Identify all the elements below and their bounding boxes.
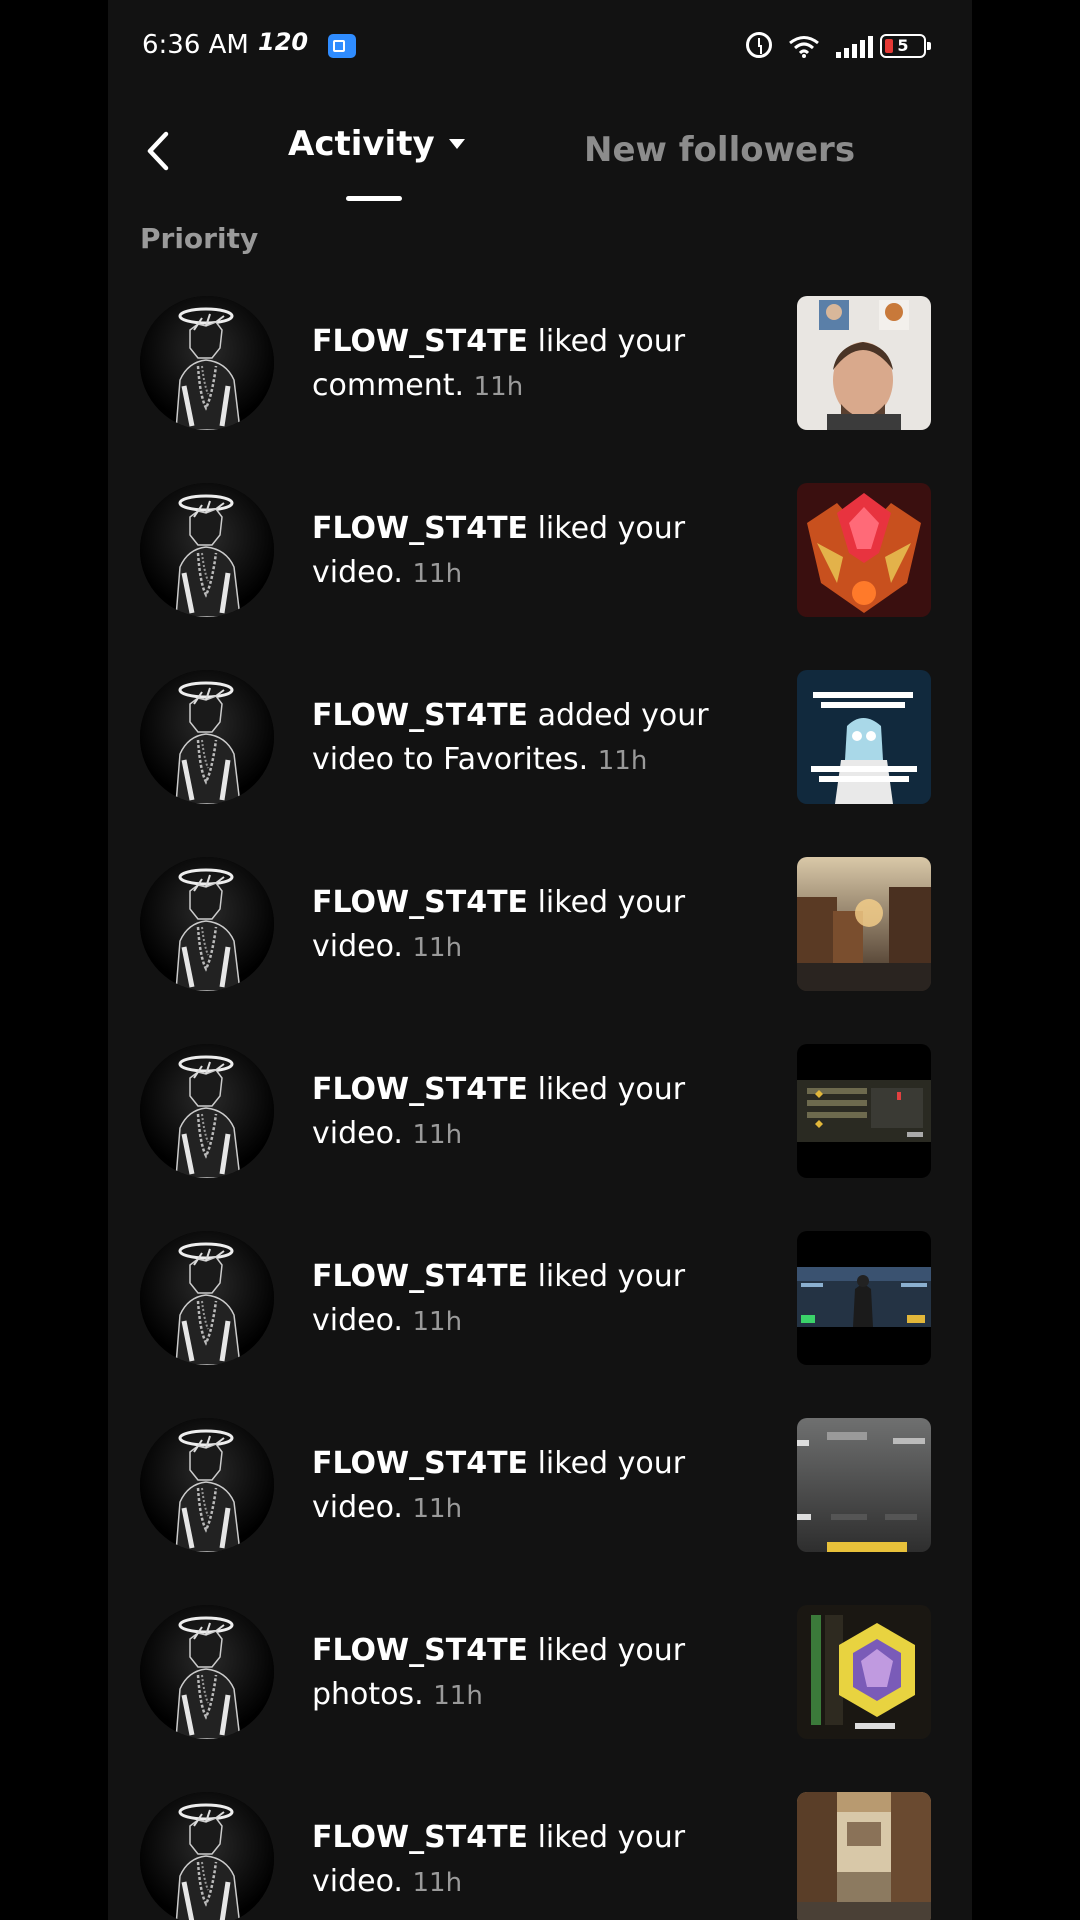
notification-time: 11h [412,1868,463,1898]
notification-time: 11h [412,559,463,589]
notification-row[interactable]: FLOW_ST4TE liked your comment. 11h [108,290,972,477]
notification-row[interactable]: FLOW_ST4TE added your video to Favorites… [108,664,972,851]
user-avatar[interactable] [140,296,274,430]
notification-text: FLOW_ST4TE liked your video. 11h [312,1255,752,1344]
notification-username[interactable]: FLOW_ST4TE [312,1072,528,1107]
user-avatar[interactable] [140,670,274,804]
notification-username[interactable]: FLOW_ST4TE [312,698,528,733]
notification-text: FLOW_ST4TE liked your video. 11h [312,1068,752,1157]
notification-username[interactable]: FLOW_ST4TE [312,1446,528,1481]
notification-text: FLOW_ST4TE liked your video. 11h [312,881,752,970]
battery-icon: 5 [880,34,931,58]
notification-time: 11h [473,372,524,402]
notification-text: FLOW_ST4TE liked your photos. 11h [312,1629,752,1718]
notification-username[interactable]: FLOW_ST4TE [312,885,528,920]
tab-activity-label: Activity [288,124,435,164]
video-thumbnail[interactable] [797,1044,931,1178]
notification-time: 11h [597,746,648,776]
video-thumbnail[interactable] [797,1605,931,1739]
notification-username[interactable]: FLOW_ST4TE [312,324,528,359]
user-avatar[interactable] [140,1231,274,1365]
notification-time: 11h [412,933,463,963]
battery-level: 5 [897,36,909,55]
notification-time: 11h [433,1681,483,1711]
signal-icon [836,36,873,58]
notification-row[interactable]: FLOW_ST4TE liked your video. 11h [108,1225,972,1412]
notification-row[interactable]: FLOW_ST4TE liked your video. 11h [108,1786,972,1920]
caret-down-icon [448,139,465,149]
wifi-icon [788,34,820,58]
notification-row[interactable]: FLOW_ST4TE liked your video. 11h [108,1038,972,1225]
activity-screen: 6:36 AM 120 5 Activity New followers Pri… [108,0,972,1920]
notification-list: FLOW_ST4TE liked your comment. 11h FLOW_… [108,290,972,1920]
video-thumbnail[interactable] [797,296,931,430]
header: Activity New followers [108,100,972,210]
section-label-priority: Priority [140,222,259,255]
user-avatar[interactable] [140,1792,274,1920]
notification-username[interactable]: FLOW_ST4TE [312,1820,528,1855]
notification-text: FLOW_ST4TE liked your video. 11h [312,1816,752,1905]
notification-username[interactable]: FLOW_ST4TE [312,511,528,546]
video-thumbnail[interactable] [797,483,931,617]
notification-text: FLOW_ST4TE added your video to Favorites… [312,694,752,783]
video-thumbnail[interactable] [797,1231,931,1365]
notification-text: FLOW_ST4TE liked your video. 11h [312,507,752,596]
notification-text: FLOW_ST4TE liked your comment. 11h [312,320,752,409]
alarm-icon [746,32,772,58]
user-avatar[interactable] [140,857,274,991]
notification-row[interactable]: FLOW_ST4TE liked your photos. 11h [108,1599,972,1786]
chevron-left-icon [147,131,169,171]
tab-new-followers[interactable]: New followers [584,130,855,170]
back-button[interactable] [138,126,178,176]
user-avatar[interactable] [140,1605,274,1739]
notification-time: 11h [412,1120,463,1150]
status-bar: 6:36 AM 120 5 [108,0,972,100]
notification-row[interactable]: FLOW_ST4TE liked your video. 11h [108,477,972,664]
tab-activity[interactable]: Activity [288,124,465,164]
notification-row[interactable]: FLOW_ST4TE liked your video. 11h [108,1412,972,1599]
user-avatar[interactable] [140,1418,274,1552]
notification-row[interactable]: FLOW_ST4TE liked your video. 11h [108,851,972,1038]
notification-time: 11h [412,1307,463,1337]
video-thumbnail[interactable] [797,1792,931,1920]
user-avatar[interactable] [140,483,274,617]
video-thumbnail[interactable] [797,670,931,804]
status-time: 6:36 AM [142,30,249,60]
user-avatar[interactable] [140,1044,274,1178]
video-thumbnail[interactable] [797,857,931,991]
notification-username[interactable]: FLOW_ST4TE [312,1633,528,1668]
refresh-rate-indicator: 120 [258,28,309,56]
notification-time: 11h [412,1494,463,1524]
screen-record-icon [328,34,356,58]
notification-text: FLOW_ST4TE liked your video. 11h [312,1442,752,1531]
notification-username[interactable]: FLOW_ST4TE [312,1259,528,1294]
active-tab-indicator [346,196,402,201]
video-thumbnail[interactable] [797,1418,931,1552]
